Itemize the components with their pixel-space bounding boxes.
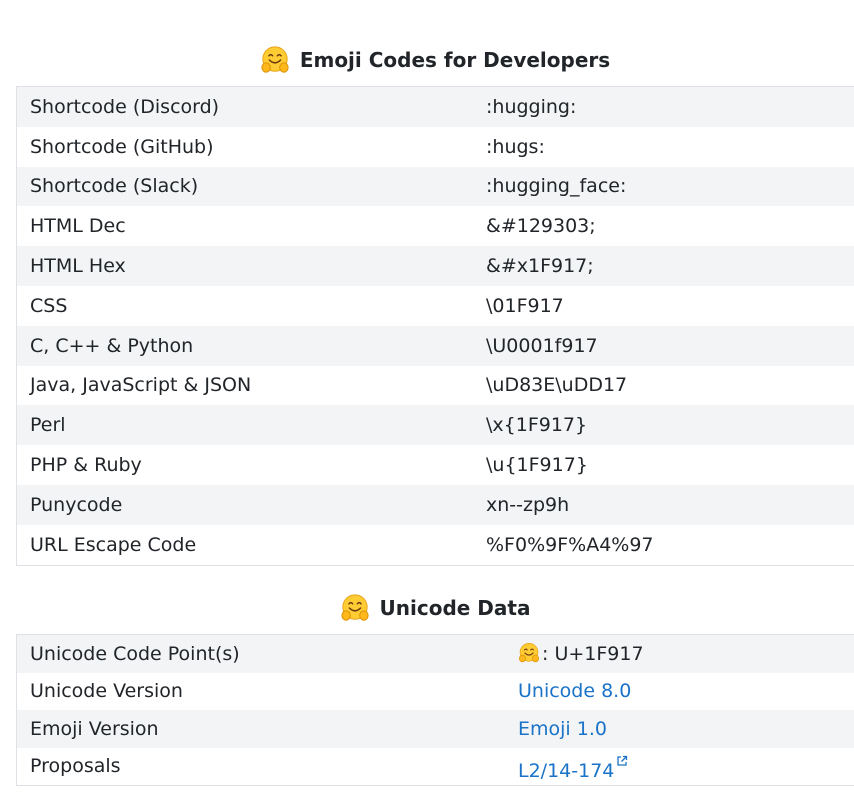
code-point-value: : U+1F917 — [542, 643, 644, 666]
code-value: :hugging: — [473, 86, 854, 127]
table-row: C, C++ & Python \U0001f917 — [16, 325, 854, 366]
unicode-version-label: Unicode Version — [16, 672, 505, 710]
unicode-version-cell: Unicode 8.0 — [505, 672, 854, 710]
emoji-version-cell: Emoji 1.0 — [505, 710, 854, 748]
table-row: CSS \01F917 — [16, 285, 854, 326]
code-value: xn--zp9h — [473, 484, 854, 525]
code-value: \u{1F917} — [473, 445, 854, 485]
table-row: Unicode Version Unicode 8.0 — [16, 672, 854, 710]
code-label: Perl — [16, 405, 473, 446]
code-value: \uD83E\uDD17 — [473, 365, 854, 406]
code-value: &#x1F917; — [473, 246, 854, 286]
table-row: PHP & Ruby \u{1F917} — [16, 445, 854, 485]
external-link-icon[interactable] — [616, 750, 628, 766]
emoji-version-link[interactable]: Emoji 1.0 — [518, 718, 607, 740]
code-label: Shortcode (Slack) — [16, 166, 473, 207]
table-row: Punycode xn--zp9h — [16, 484, 854, 525]
table-row: Shortcode (Slack):hugging_face: — [16, 166, 854, 207]
code-label: C, C++ & Python — [16, 325, 473, 366]
unicode-version-link[interactable]: Unicode 8.0 — [518, 680, 631, 702]
emoji-version-label: Emoji Version — [16, 710, 505, 748]
unicode-data-title-text: Unicode Data — [379, 596, 531, 620]
code-label: HTML Hex — [16, 246, 473, 286]
code-label: Shortcode (GitHub) — [16, 126, 473, 167]
table-row: Proposals L2/14-174 — [16, 747, 854, 786]
code-value: :hugging_face: — [473, 166, 854, 207]
code-value: \x{1F917} — [473, 405, 854, 446]
code-label: HTML Dec — [16, 206, 473, 247]
developer-codes-title-text: Emoji Codes for Developers — [299, 48, 611, 72]
table-row: Unicode Code Point(s) : U+1F917 — [16, 634, 854, 673]
proposals-cell: L2/14-174 — [505, 747, 854, 786]
code-label: Shortcode (Discord) — [16, 86, 473, 127]
table-row: Emoji Version Emoji 1.0 — [16, 710, 854, 748]
code-label: PHP & Ruby — [16, 445, 473, 485]
code-label: CSS — [16, 285, 473, 326]
code-point-label: Unicode Code Point(s) — [16, 634, 505, 673]
proposals-link[interactable]: L2/14-174 — [518, 760, 614, 782]
unicode-data-title: Unicode Data — [16, 592, 854, 624]
table-row: Shortcode (Discord):hugging: — [16, 86, 854, 127]
proposals-label: Proposals — [16, 747, 505, 786]
code-label: Java, JavaScript & JSON — [16, 365, 473, 406]
developer-codes-table: Shortcode (Discord):hugging: Shortcode (G… — [16, 86, 854, 566]
hugging-face-emoji-icon — [518, 642, 540, 664]
table-row: Shortcode (GitHub):hugs: — [16, 126, 854, 167]
table-row: HTML Hex &#x1F917; — [16, 246, 854, 286]
table-row: URL Escape Code %F0%9F%A4%97 — [16, 524, 854, 566]
hugging-face-emoji-icon — [260, 45, 290, 75]
developer-codes-title: Emoji Codes for Developers — [16, 44, 854, 76]
table-row: Perl \x{1F917} — [16, 405, 854, 446]
code-label: URL Escape Code — [16, 524, 473, 566]
code-value: &#129303; — [473, 206, 854, 247]
code-value: \01F917 — [473, 285, 854, 326]
table-row: HTML Dec &#129303; — [16, 206, 854, 247]
hugging-face-emoji-icon — [340, 593, 370, 623]
code-point-value-cell: : U+1F917 — [505, 634, 854, 673]
code-label: Punycode — [16, 484, 473, 525]
code-value: \U0001f917 — [473, 325, 854, 366]
code-value: :hugs: — [473, 126, 854, 167]
table-row: Java, JavaScript & JSON \uD83E\uDD17 — [16, 365, 854, 406]
code-value: %F0%9F%A4%97 — [473, 524, 854, 566]
unicode-data-table: Unicode Code Point(s) : U+1F917 Unicode … — [16, 634, 854, 786]
